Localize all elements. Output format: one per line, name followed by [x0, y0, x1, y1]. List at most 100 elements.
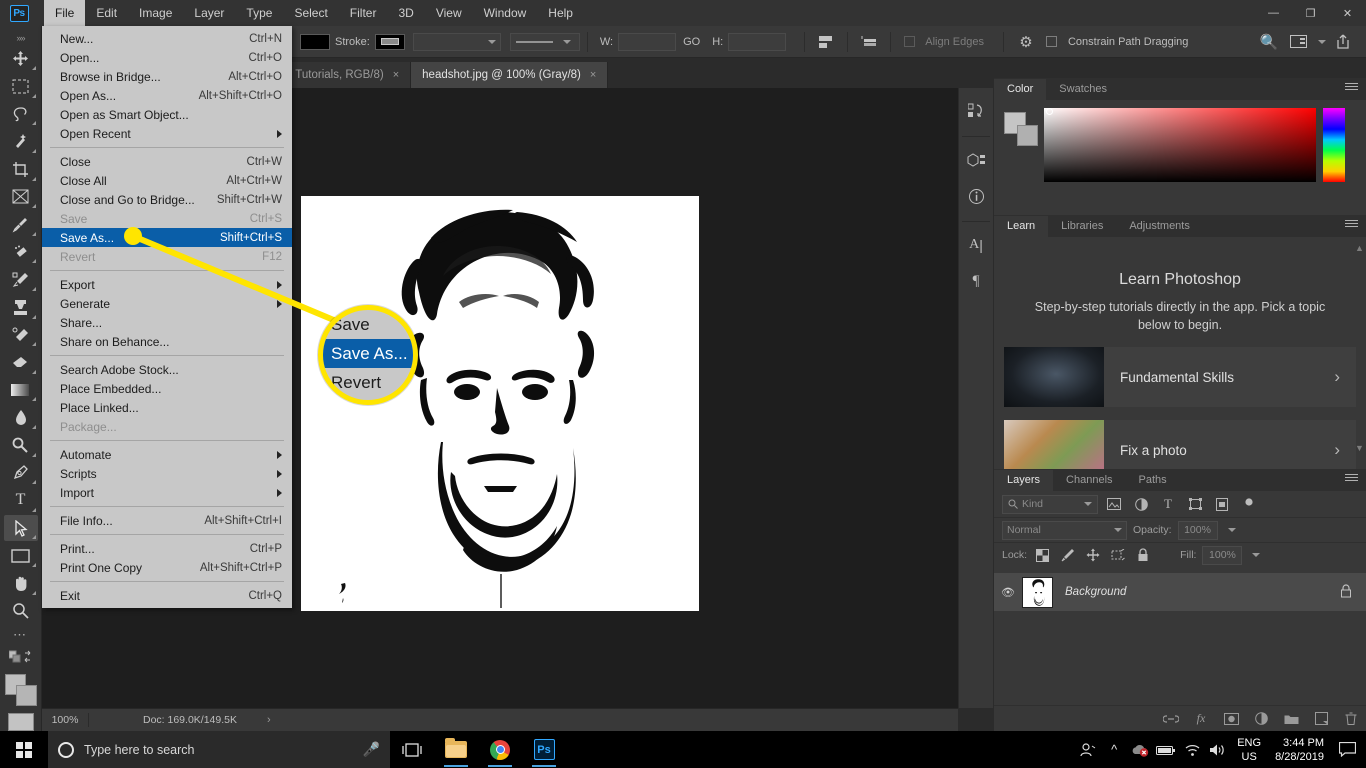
menu-item-save-as[interactable]: Save As... Shift+Ctrl+S	[42, 228, 292, 247]
gradient-tool[interactable]	[4, 377, 38, 404]
eraser-tool[interactable]	[4, 349, 38, 376]
tab-paths[interactable]: Paths	[1125, 470, 1180, 491]
quick-mask-button[interactable]	[7, 712, 34, 731]
layer-filter-row[interactable]: Kind T	[994, 491, 1366, 517]
menu-item-open-as-smart-object[interactable]: Open as Smart Object...	[42, 105, 292, 124]
task-view-icon[interactable]	[390, 731, 434, 768]
path-operations-icon[interactable]	[812, 31, 840, 53]
background-color-swatch[interactable]	[1017, 125, 1038, 146]
menubar-item-3d[interactable]: 3D	[387, 0, 424, 26]
window-controls[interactable]: — ❐ ✕	[1255, 0, 1366, 26]
layer-lock-icon[interactable]	[1340, 583, 1366, 601]
frame-tool[interactable]	[4, 184, 38, 211]
menu-item-import[interactable]: Import	[42, 483, 292, 502]
color-spectrum-field[interactable]	[1044, 108, 1316, 182]
tab-color[interactable]: Color	[994, 79, 1047, 100]
menu-item-browse-in-bridge[interactable]: Browse in Bridge... Alt+Ctrl+O	[42, 67, 292, 86]
status-expand-arrow[interactable]: ›	[267, 714, 271, 726]
scroll-up-icon[interactable]: ▲	[1355, 243, 1364, 253]
layers-panel-footer[interactable]: fx	[994, 705, 1366, 731]
blend-mode-dropdown[interactable]: Normal	[1002, 520, 1127, 540]
lock-all-icon[interactable]	[1133, 546, 1152, 565]
filter-toggle-icon[interactable]	[1238, 494, 1260, 514]
gear-icon[interactable]: ⚙	[1011, 31, 1041, 53]
link-wh-icon[interactable]: GO	[683, 36, 700, 48]
color-panel-tabs[interactable]: Color Swatches	[994, 78, 1366, 100]
path-selection-tool[interactable]	[3, 514, 38, 542]
crop-tool[interactable]	[4, 156, 38, 183]
menu-bar[interactable]: File Edit Image Layer Type Select Filter 3D View…	[44, 0, 584, 26]
wifi-icon[interactable]	[1179, 731, 1205, 768]
volume-icon[interactable]	[1205, 731, 1231, 768]
brush-tool[interactable]	[4, 266, 38, 293]
link-layers-icon[interactable]	[1162, 710, 1180, 728]
menubar-item-layer[interactable]: Layer	[183, 0, 235, 26]
new-group-icon[interactable]	[1282, 710, 1300, 728]
delete-layer-icon[interactable]	[1342, 710, 1360, 728]
menubar-item-type[interactable]: Type	[235, 0, 283, 26]
spot-healing-brush-tool[interactable]	[4, 239, 38, 266]
blur-tool[interactable]	[4, 404, 38, 431]
layer-thumbnail[interactable]	[1022, 576, 1053, 608]
lock-row[interactable]: Lock: Fill: 100%	[994, 542, 1366, 567]
close-icon[interactable]: ×	[393, 69, 399, 81]
layer-row[interactable]: 👁 Background	[994, 573, 1366, 611]
move-tool[interactable]	[4, 46, 38, 73]
windows-taskbar[interactable]: Type here to search 🎤 Ps ^ ENG US 3:44 P…	[0, 731, 1366, 768]
menubar-item-view[interactable]: View	[425, 0, 473, 26]
menubar-item-select[interactable]: Select	[283, 0, 338, 26]
chevron-right-icon[interactable]: ›	[1334, 440, 1356, 460]
panel-menu-icon[interactable]	[1345, 83, 1358, 92]
learn-card[interactable]: Fix a photo ›	[1004, 420, 1356, 469]
clock[interactable]: 3:44 PM 8/28/2019	[1267, 736, 1332, 764]
menubar-item-help[interactable]: Help	[537, 0, 584, 26]
pixel-filter-icon[interactable]	[1103, 494, 1125, 514]
tab-learn[interactable]: Learn	[994, 216, 1049, 237]
menu-item-share-on-behance[interactable]: Share on Behance...	[42, 332, 292, 351]
menu-item-export[interactable]: Export	[42, 275, 292, 294]
tab-libraries[interactable]: Libraries	[1048, 216, 1117, 237]
paragraph-icon[interactable]: ¶	[961, 266, 991, 296]
menu-item-open[interactable]: Open... Ctrl+O	[42, 48, 292, 67]
menu-item-share[interactable]: Share...	[42, 313, 292, 332]
menu-item-generate[interactable]: Generate	[42, 294, 292, 313]
panel-menu-icon[interactable]	[1345, 474, 1358, 483]
opacity-value[interactable]: 100%	[1177, 520, 1218, 540]
clone-stamp-tool[interactable]	[4, 294, 38, 321]
menu-item-close[interactable]: Close Ctrl+W	[42, 152, 292, 171]
blend-mode-row[interactable]: Normal Opacity: 100%	[994, 517, 1366, 542]
layer-visibility-icon[interactable]: 👁	[994, 586, 1022, 599]
share-icon[interactable]	[1328, 31, 1358, 53]
collapsed-panel-rail[interactable]: A | ¶	[958, 88, 994, 708]
color-panel[interactable]	[994, 100, 1366, 215]
shape-filter-icon[interactable]	[1184, 494, 1206, 514]
eyedropper-tool[interactable]	[4, 211, 38, 238]
color-panel-swatches[interactable]	[1004, 112, 1038, 146]
stroke-color-swatch[interactable]	[374, 33, 405, 50]
menu-item-place-linked[interactable]: Place Linked...	[42, 398, 292, 417]
tools-panel[interactable]: »» T ⋯	[0, 26, 42, 731]
default-colors-icon[interactable]	[4, 646, 38, 668]
menubar-item-window[interactable]: Window	[473, 0, 538, 26]
tab-adjustments[interactable]: Adjustments	[1116, 216, 1203, 237]
3d-icon[interactable]	[961, 145, 991, 175]
lock-position-icon[interactable]	[1083, 546, 1102, 565]
file-menu-dropdown[interactable]: New... Ctrl+N Open... Ctrl+O Browse in Bridg…	[42, 26, 292, 608]
show-hidden-icons-icon[interactable]: ^	[1101, 731, 1127, 768]
photoshop-icon[interactable]: Ps	[522, 731, 566, 768]
language-indicator[interactable]: ENG US	[1231, 736, 1267, 764]
stroke-style-dropdown[interactable]	[509, 32, 580, 51]
menu-item-new[interactable]: New... Ctrl+N	[42, 29, 292, 48]
minimize-button[interactable]: —	[1255, 0, 1292, 26]
chevron-down-icon[interactable]	[1227, 528, 1236, 532]
fill-value[interactable]: 100%	[1202, 545, 1243, 565]
hand-tool[interactable]	[4, 570, 38, 597]
close-button[interactable]: ✕	[1329, 0, 1366, 26]
action-center-icon[interactable]	[1332, 731, 1362, 768]
windows-start-icon[interactable]	[0, 731, 48, 768]
chevron-down-icon[interactable]	[1252, 553, 1261, 557]
menubar-item-filter[interactable]: Filter	[339, 0, 388, 26]
smart-object-filter-icon[interactable]	[1211, 494, 1233, 514]
menu-item-place-embedded[interactable]: Place Embedded...	[42, 379, 292, 398]
background-color-swatch[interactable]	[15, 685, 37, 707]
